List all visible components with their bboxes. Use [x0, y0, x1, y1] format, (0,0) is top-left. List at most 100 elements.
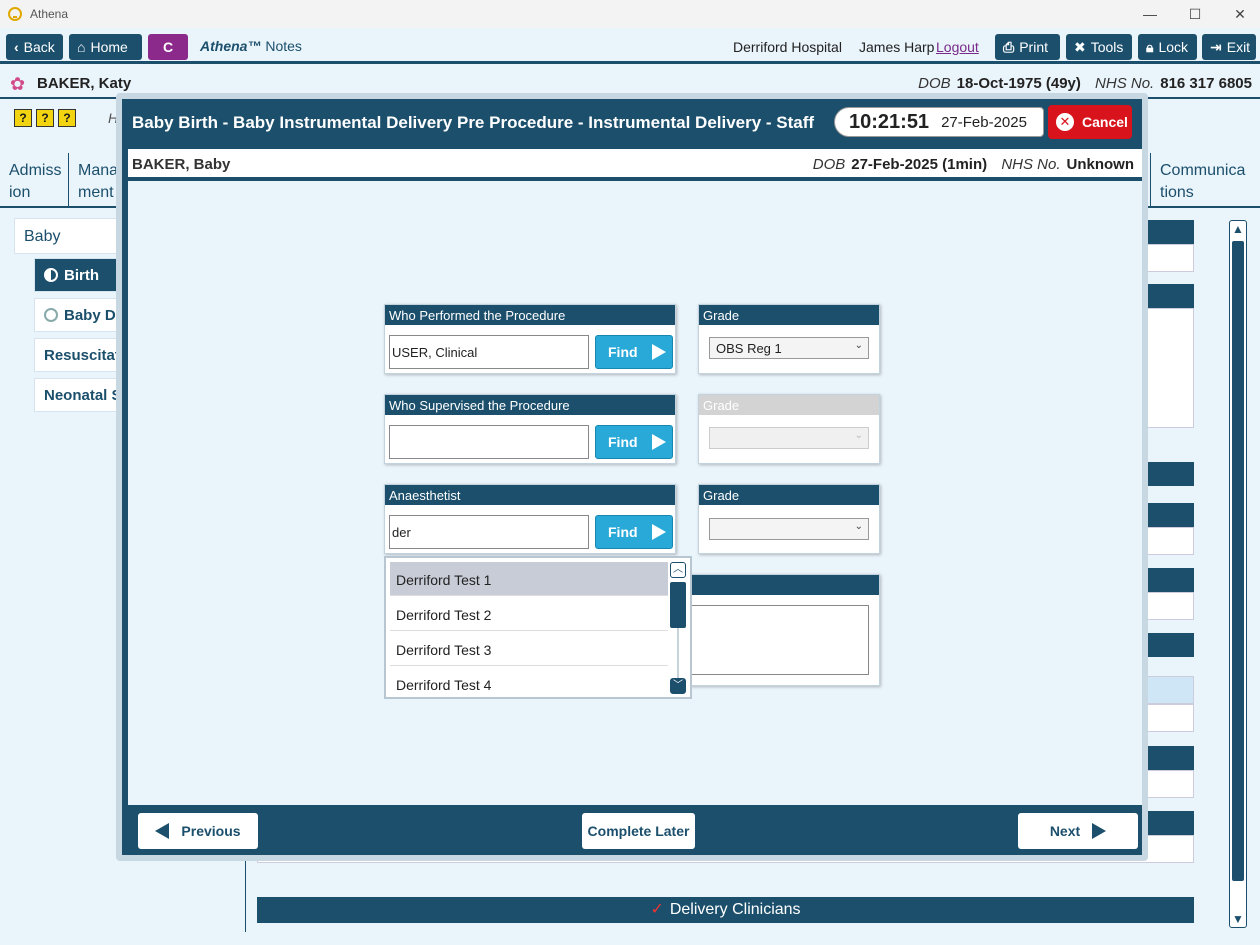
- performed-find-button[interactable]: Find: [595, 335, 673, 369]
- delivery-clinicians-label: Delivery Clinicians: [669, 901, 801, 918]
- bg-section-header: [1142, 220, 1194, 244]
- chevron-up-icon[interactable]: ︿: [670, 562, 686, 578]
- patient-dob: 18-Oct-1975 (49y): [956, 75, 1081, 92]
- baby-details: DOB 27-Feb-2025 (1min) NHS No. Unknown: [813, 156, 1134, 173]
- chevron-down-icon: ⌄: [854, 521, 863, 532]
- anaesthetist-find-button[interactable]: Find: [595, 515, 673, 549]
- tools-label: Tools: [1090, 39, 1124, 55]
- chevron-left-icon: ‹: [14, 39, 19, 55]
- patient-name: BAKER, Katy: [37, 75, 132, 92]
- modal-footer: Previous Complete Later Next: [128, 805, 1142, 855]
- previous-button[interactable]: Previous: [138, 813, 258, 849]
- brand-suffix: Notes: [265, 38, 302, 54]
- play-icon: [651, 524, 666, 540]
- back-button[interactable]: ‹ Back: [6, 34, 63, 60]
- tab-communications[interactable]: Communica tions: [1150, 153, 1255, 208]
- next-button[interactable]: Next: [1018, 813, 1138, 849]
- baby-dob-label: DOB: [812, 156, 846, 173]
- list-item[interactable]: Derriford Test 4: [390, 667, 668, 701]
- bg-section-body: [1142, 592, 1194, 620]
- supervised-find-button[interactable]: Find: [595, 425, 673, 459]
- baby-name: BAKER, Baby: [132, 156, 231, 173]
- tick-icon: ✓: [650, 901, 664, 918]
- chevron-down-icon[interactable]: ﹀: [670, 678, 686, 694]
- print-button[interactable]: ⎙ Print: [995, 34, 1060, 60]
- supervised-input[interactable]: [389, 425, 589, 459]
- close-window-icon[interactable]: ✕: [1230, 4, 1250, 24]
- staff-modal: Baby Birth - Baby Instrumental Delivery …: [116, 93, 1148, 861]
- list-item[interactable]: Derriford Test 3: [390, 632, 668, 666]
- dropdown-scroll-track: [677, 628, 679, 678]
- nav-birth-label: Birth: [64, 267, 99, 284]
- cancel-label: Cancel: [1082, 114, 1128, 130]
- supervised-label: Who Supervised the Procedure: [385, 395, 675, 415]
- performed-grade-value: OBS Reg 1: [716, 341, 782, 356]
- scroll-thumb[interactable]: [1232, 241, 1244, 881]
- bg-section-header: [1142, 462, 1194, 486]
- home-button[interactable]: ⌂ Home: [69, 34, 142, 60]
- baby-nhs-label: NHS No.: [1001, 156, 1061, 173]
- list-item[interactable]: Derriford Test 2: [390, 597, 668, 631]
- lock-icon: 🔒︎: [1146, 38, 1154, 55]
- back-label: Back: [23, 39, 55, 55]
- scroll-up-icon[interactable]: ▲: [1230, 221, 1246, 237]
- complete-later-button[interactable]: Complete Later: [582, 813, 695, 849]
- bg-section-body: [1142, 770, 1194, 798]
- print-label: Print: [1019, 39, 1048, 55]
- baby-nhs: Unknown: [1066, 156, 1135, 173]
- tab-admission[interactable]: Admiss ion: [0, 153, 69, 208]
- help-list-icon[interactable]: ?: [14, 109, 32, 127]
- baby-banner: BAKER, Baby DOB 27-Feb-2025 (1min) NHS No…: [128, 149, 1142, 179]
- complete-later-label: Complete Later: [587, 823, 690, 839]
- exit-button[interactable]: ⇥ Exit: [1202, 34, 1256, 60]
- c-button[interactable]: C: [148, 34, 188, 60]
- patient-nhs: 816 317 6805: [1160, 75, 1252, 92]
- triangle-right-icon: [1092, 823, 1107, 839]
- exit-label: Exit: [1226, 39, 1251, 55]
- comments-header: [691, 575, 879, 595]
- background-scrollbar[interactable]: ▲ ▼: [1229, 220, 1247, 928]
- tab-management[interactable]: Mana ment: [69, 153, 119, 208]
- performed-panel: Who Performed the Procedure USER, Clinic…: [384, 304, 676, 374]
- dob-label: DOB: [918, 75, 951, 92]
- comments-panel: [690, 574, 880, 686]
- anaesthetist-grade-label: Grade: [699, 485, 879, 505]
- nav-resuscitation[interactable]: Resuscitati: [34, 338, 124, 372]
- next-label: Next: [1049, 823, 1081, 839]
- anaesthetist-input[interactable]: der: [389, 515, 589, 549]
- supervised-grade-panel: Grade ⌄: [698, 394, 880, 464]
- lock-button[interactable]: 🔒︎ Lock: [1138, 34, 1197, 60]
- help-icon[interactable]: ?: [36, 109, 54, 127]
- dropdown-scrollbar[interactable]: ︿ ﹀: [670, 562, 686, 696]
- nav-neonatal[interactable]: Neonatal S: [34, 378, 124, 412]
- supervised-grade-label: Grade: [699, 395, 879, 415]
- supervised-grade-select[interactable]: ⌄: [709, 427, 869, 449]
- anaesthetist-grade-select[interactable]: ⌄: [709, 518, 869, 540]
- find-label: Find: [608, 524, 638, 540]
- cancel-button[interactable]: ✕ Cancel: [1048, 105, 1132, 139]
- printer-icon: ⎙: [1003, 38, 1015, 55]
- nav-baby[interactable]: Baby: [14, 218, 124, 254]
- bg-section-header: [1142, 633, 1194, 657]
- list-item[interactable]: Derriford Test 1: [390, 562, 668, 596]
- clock-date: 27-Feb-2025: [941, 113, 1027, 131]
- anaesthetist-autocomplete: Derriford Test 1 Derriford Test 2 Derrif…: [384, 556, 692, 699]
- bg-section-body: [1142, 704, 1194, 732]
- patient-details: DOB 18-Oct-1975 (49y) NHS No. 816 317 6805: [918, 75, 1252, 92]
- comments-textarea[interactable]: [691, 605, 869, 675]
- minimize-icon[interactable]: —: [1140, 4, 1160, 24]
- nav-baby-details[interactable]: Baby De: [34, 298, 124, 332]
- tools-button[interactable]: ✖ Tools: [1066, 34, 1132, 60]
- hospital-name: Derriford Hospital: [733, 39, 842, 55]
- dropdown-scroll-thumb[interactable]: [670, 582, 686, 628]
- performed-input[interactable]: USER, Clinical: [389, 335, 589, 369]
- maximize-icon[interactable]: ☐: [1185, 4, 1205, 24]
- delivery-clinicians-header[interactable]: ✓ Delivery Clinicians: [257, 897, 1194, 923]
- clock-time: 10:21:51: [849, 110, 930, 133]
- logout-link[interactable]: Logout: [936, 39, 979, 55]
- nav-birth[interactable]: Birth: [34, 258, 124, 292]
- bg-section-header: [1142, 746, 1194, 770]
- scroll-down-icon[interactable]: ▼: [1230, 911, 1246, 927]
- performed-grade-select[interactable]: OBS Reg 1 ⌄: [709, 337, 869, 359]
- help-info-icon[interactable]: ?: [58, 109, 76, 127]
